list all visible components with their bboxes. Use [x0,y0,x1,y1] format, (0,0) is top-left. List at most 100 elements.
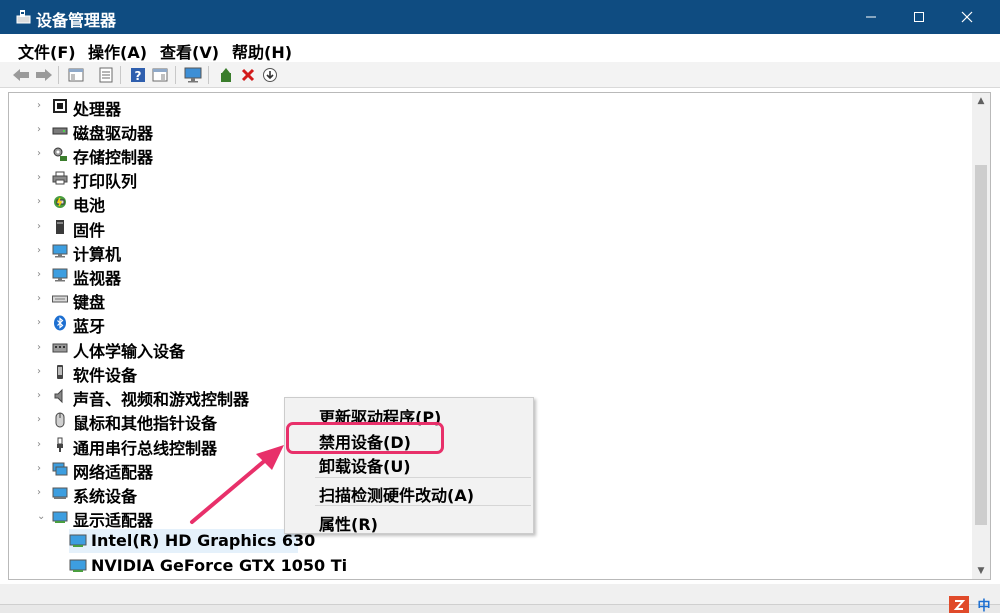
expand-chevron-icon[interactable]: › [37,414,47,426]
expand-chevron-icon[interactable]: › [37,172,47,184]
category-label: 磁盘驱动器 [73,124,154,143]
expand-chevron-icon[interactable]: › [37,487,47,499]
forward-button[interactable] [34,65,54,85]
maximize-button[interactable] [896,0,942,34]
ime-language-indicator[interactable]: 中 [972,596,996,613]
expand-chevron-icon[interactable]: › [37,293,47,305]
window-title: 设备管理器 [36,11,117,30]
category-label: 系统设备 [73,487,138,506]
monitor-scan-icon [184,67,202,83]
expand-chevron-icon[interactable]: › [37,245,47,257]
category-label: 电池 [73,196,106,215]
tree-category[interactable]: › 磁盘驱动器 [9,118,949,143]
scroll-down-arrow-icon[interactable]: ▼ [976,566,986,576]
tree-category[interactable]: › 处理器 [9,94,949,119]
scroll-up-arrow-icon[interactable]: ▲ [976,96,986,106]
minimize-icon [866,16,876,18]
expand-chevron-icon[interactable]: › [37,124,47,136]
software-device-icon [57,365,63,379]
mouse-icon [55,412,65,428]
maximize-icon [914,12,924,22]
expand-chevron-icon[interactable]: › [37,221,47,233]
device-item-nvidia-graphics[interactable]: NVIDIA GeForce GTX 1050 Ti [69,554,347,578]
toolbar-separator [175,66,176,84]
vertical-scrollbar[interactable]: ▲ ▼ [972,93,990,579]
category-label: 软件设备 [73,366,138,385]
tree-category[interactable]: › 软件设备 [9,360,949,385]
forward-arrow-icon [36,69,52,81]
expand-chevron-icon[interactable]: › [37,100,47,112]
uninstall-x-icon [241,68,255,82]
expand-chevron-icon[interactable]: › [37,269,47,281]
category-label: 打印队列 [73,172,138,191]
network-adapter-icon [52,462,68,476]
action-pane-button[interactable] [150,65,170,85]
properties-icon [99,67,113,83]
tree-category[interactable]: › 存储控制器 [9,142,949,167]
display-adapter-icon [69,534,87,547]
tree-category[interactable]: › 蓝牙 [9,311,949,336]
expand-chevron-icon[interactable]: › [37,390,47,402]
context-item-uninstall-device[interactable]: 卸载设备(U) [319,453,411,477]
context-item-scan-hardware[interactable]: 扫描检测硬件改动(A) [319,482,474,506]
properties-button[interactable] [96,65,116,85]
tree-category[interactable]: › 计算机 [9,239,949,264]
help-button[interactable]: ? [128,65,148,85]
category-label: 监视器 [73,269,122,288]
toolbar-separator [208,66,209,84]
processor-icon [53,99,67,113]
help-icon: ? [131,68,145,83]
expand-chevron-icon[interactable]: › [37,342,47,354]
scan-hardware-button[interactable] [183,65,203,85]
tree-category[interactable]: › 固件 [9,215,949,240]
context-item-properties[interactable]: 属性(R) [319,511,378,535]
toolbar-separator [58,66,59,84]
minimize-button[interactable] [848,0,894,34]
back-button[interactable] [11,65,31,85]
category-label: 计算机 [73,245,122,264]
menu-file[interactable]: 文件(F) [18,39,76,63]
category-label: 处理器 [73,100,122,119]
device-item-intel-graphics[interactable]: Intel(R) HD Graphics 630 [69,529,315,553]
computer-icon [52,244,68,258]
expand-chevron-icon[interactable]: › [37,366,47,378]
close-button[interactable] [944,0,990,34]
toolbar-separator [120,66,121,84]
expand-chevron-icon[interactable]: › [37,317,47,329]
taskbar-strip [0,604,1000,613]
tree-category[interactable]: › 监视器 [9,263,949,288]
ime-app-icon[interactable] [949,596,969,613]
device-manager-icon [16,10,31,24]
speaker-icon [54,388,63,404]
update-driver-button[interactable] [216,65,236,85]
menu-help[interactable]: 帮助(H) [232,39,292,63]
device-label: NVIDIA GeForce GTX 1050 Ti [91,556,348,575]
enable-device-button[interactable] [260,65,280,85]
category-label: 蓝牙 [73,317,106,336]
status-bar [0,584,1000,604]
menu-view[interactable]: 查看(V) [160,39,219,63]
console-tree-button[interactable] [66,65,86,85]
context-menu: 更新驱动程序(P) 禁用设备(D) 卸载设备(U) 扫描检测硬件改动(A) 属性… [284,397,534,534]
collapse-chevron-icon[interactable]: ⌄ [37,511,47,523]
ime-logo-icon [953,599,966,610]
category-label: 显示适配器 [73,511,154,530]
expand-chevron-icon[interactable]: › [37,196,47,208]
download-driver-icon [263,68,277,82]
tree-category[interactable]: › 键盘 [9,287,949,312]
system-device-icon [52,487,68,499]
update-driver-icon [221,68,231,82]
tree-category[interactable]: › 电池 [9,190,949,215]
uninstall-button[interactable] [238,65,258,85]
expand-chevron-icon[interactable]: › [37,439,47,451]
category-label: 固件 [73,221,106,240]
tree-category[interactable]: › 人体学输入设备 [9,336,949,361]
show-hide-console-tree-icon [68,68,84,82]
menu-action[interactable]: 操作(A) [88,39,147,63]
scroll-thumb[interactable] [975,165,987,525]
menu-bar: 文件(F) 操作(A) 查看(V) 帮助(H) [0,34,1000,62]
expand-chevron-icon[interactable]: › [37,148,47,160]
expand-chevron-icon[interactable]: › [37,463,47,475]
display-adapter-icon [69,559,87,572]
tree-category[interactable]: › 打印队列 [9,166,949,191]
